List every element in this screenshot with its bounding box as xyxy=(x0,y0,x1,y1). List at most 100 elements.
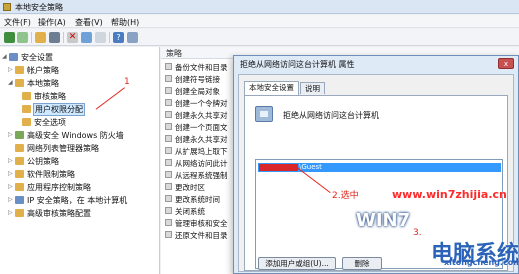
policy-properties-dialog: 拒绝从网络访问这台计算机 属性 x 本地安全设置 说明 拒绝从网络访问这台计算机… xyxy=(233,55,519,274)
toolbar-separator xyxy=(109,32,110,43)
folder-icon xyxy=(15,157,24,165)
policy-item-icon xyxy=(165,219,172,226)
column-header-label: 策略 xyxy=(166,49,182,58)
folder-icon xyxy=(15,66,24,74)
expand-arrow-icon[interactable]: ▷ xyxy=(8,131,14,138)
tree-item-account-policies[interactable]: ▷ 帐户策略 xyxy=(0,64,159,76)
menu-file[interactable]: 文件(F) xyxy=(4,17,31,28)
folder-icon xyxy=(22,118,31,126)
list-item-label: 从网络访问此计 xyxy=(175,159,228,168)
folder-icon xyxy=(15,79,24,87)
toolbar-separator xyxy=(63,32,64,43)
policy-item-icon xyxy=(165,195,172,202)
help-icon[interactable]: ? xyxy=(113,32,124,43)
tree-item-network-list-manager[interactable]: 网络列表管理器策略 xyxy=(0,142,159,154)
tree-item-label: 应用程序控制策略 xyxy=(27,183,91,192)
show-hide-tree-icon[interactable] xyxy=(49,32,60,43)
tree-item-label: 网络列表管理器策略 xyxy=(27,144,99,153)
list-item-label: 从远程系统强制 xyxy=(175,171,228,180)
tree-item-label: 安全设置 xyxy=(21,53,53,62)
forward-icon[interactable] xyxy=(17,32,28,43)
close-button[interactable]: x xyxy=(498,58,514,69)
tree-item-audit-policy[interactable]: 审核策略 xyxy=(0,90,159,102)
tree-item-local-policies[interactable]: ◢ 本地策略 xyxy=(0,77,159,89)
tree-item-advanced-audit[interactable]: ▷ 高级审核策略配置 xyxy=(0,207,159,219)
list-item-label: 创建一个页面文 xyxy=(175,123,228,132)
tree-item-app-control[interactable]: ▷ 应用程序控制策略 xyxy=(0,181,159,193)
tree-item-label: 高级安全 Windows 防火墙 xyxy=(27,131,124,140)
tree-item-security-settings[interactable]: ◢ 安全设置 xyxy=(0,51,159,63)
account-list[interactable]: \Guest xyxy=(255,159,503,269)
annotation-step-3: 3. xyxy=(413,228,422,238)
add-user-or-group-button[interactable]: 添加用户或组(U)... xyxy=(258,257,336,270)
menu-view[interactable]: 查看(V) xyxy=(75,17,103,28)
navigation-tree: ◢ 安全设置 ▷ 帐户策略 ◢ 本地策略 审核策略 用户权限分配 安全选项 ▷ xyxy=(0,47,160,274)
tree-item-public-key-policies[interactable]: ▷ 公钥策略 xyxy=(0,155,159,167)
up-folder-icon[interactable] xyxy=(35,32,46,43)
tab-panel: 拒绝从网络访问这台计算机 \Guest xyxy=(244,95,508,271)
tab-local-security-setting[interactable]: 本地安全设置 xyxy=(244,81,299,95)
menu-help[interactable]: 帮助(H) xyxy=(111,17,139,28)
tree-item-ip-security[interactable]: ▷ IP 安全策略，在 本地计算机 xyxy=(0,194,159,206)
expand-arrow-icon[interactable]: ▷ xyxy=(8,183,14,190)
tree-item-security-options[interactable]: 安全选项 xyxy=(0,116,159,128)
policy-item-icon xyxy=(165,159,172,166)
remove-button[interactable]: 删除 xyxy=(342,257,382,270)
tree-item-windows-firewall[interactable]: ▷ 高级安全 Windows 防火墙 xyxy=(0,129,159,141)
tree-item-user-rights-assignment[interactable]: 用户权限分配 xyxy=(0,103,159,116)
toolbar-separator xyxy=(31,32,32,43)
list-item-label: 关闭系统 xyxy=(175,207,205,216)
firewall-icon xyxy=(15,131,24,139)
folder-icon xyxy=(15,144,24,152)
expand-arrow-icon[interactable]: ▷ xyxy=(8,157,14,164)
dialog-title: 拒绝从网络访问这台计算机 属性 xyxy=(240,60,355,69)
list-item-label: 创建一个令牌对 xyxy=(175,99,228,108)
expand-arrow-icon[interactable]: ▷ xyxy=(8,209,14,216)
folder-icon xyxy=(22,92,31,100)
toolbar: ✕ ? xyxy=(0,29,519,46)
back-icon[interactable] xyxy=(4,32,15,43)
menu-action[interactable]: 操作(A) xyxy=(38,17,66,28)
tab-explain[interactable]: 说明 xyxy=(300,82,325,94)
export-list-icon[interactable] xyxy=(95,32,106,43)
tree-item-software-restriction[interactable]: ▷ 软件限制策略 xyxy=(0,168,159,180)
policy-item-icon xyxy=(165,99,172,106)
tree-item-label: 高级审核策略配置 xyxy=(27,209,91,218)
policy-item-icon xyxy=(165,75,172,82)
properties-icon[interactable] xyxy=(127,32,138,43)
policy-item-icon xyxy=(165,123,172,130)
folder-icon xyxy=(22,105,31,113)
collapse-arrow-icon[interactable]: ◢ xyxy=(2,53,8,60)
policy-item-icon xyxy=(165,183,172,190)
dialog-body: 本地安全设置 说明 拒绝从网络访问这台计算机 \Guest xyxy=(238,74,514,272)
list-item-label: 创建全局对象 xyxy=(175,87,220,96)
tree-item-label: 用户权限分配 xyxy=(33,103,85,116)
folder-icon xyxy=(15,183,24,191)
list-item-label: 创建符号链接 xyxy=(175,75,220,84)
list-item-label: 更改系统时间 xyxy=(175,195,220,204)
expand-arrow-icon[interactable]: ▷ xyxy=(8,170,14,177)
annotation-step-2: 2.选中 xyxy=(332,191,359,201)
security-settings-icon xyxy=(9,53,18,61)
redacted-computer-name xyxy=(259,164,298,171)
folder-icon xyxy=(15,209,24,217)
policy-computer-icon xyxy=(255,106,273,122)
refresh-icon[interactable] xyxy=(81,32,92,43)
list-item-label: 创建永久共享对 xyxy=(175,111,228,120)
delete-icon[interactable]: ✕ xyxy=(67,32,78,43)
annotation-step-1: 1 xyxy=(124,77,130,87)
expand-arrow-icon[interactable]: ▷ xyxy=(8,66,14,73)
tree-item-label: 安全选项 xyxy=(34,118,66,127)
collapse-arrow-icon[interactable]: ◢ xyxy=(8,79,14,86)
expand-arrow-icon[interactable]: ▷ xyxy=(8,196,14,203)
list-item-label: 更改时区 xyxy=(175,183,205,192)
tree-item-label: 公钥策略 xyxy=(27,157,59,166)
app-icon xyxy=(3,3,11,11)
title-bar: 本地安全策略 xyxy=(0,0,519,14)
policy-item-icon xyxy=(165,63,172,70)
list-item-label: 创建永久共享对 xyxy=(175,135,228,144)
policy-item-icon xyxy=(165,135,172,142)
policy-item-icon xyxy=(165,111,172,118)
tree-item-label: 帐户策略 xyxy=(27,66,59,75)
policy-name: 拒绝从网络访问这台计算机 xyxy=(283,111,379,120)
